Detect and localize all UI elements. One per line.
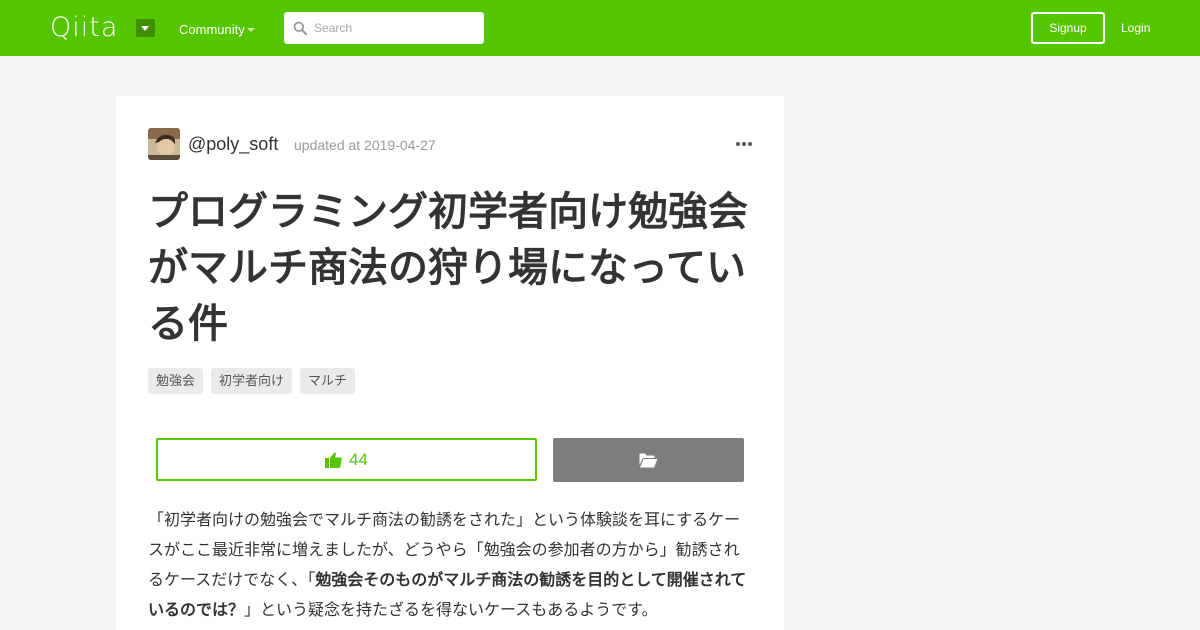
tag-item[interactable]: マルチ [300, 368, 356, 394]
chevron-down-icon [247, 28, 255, 32]
signup-button[interactable]: Signup [1031, 12, 1105, 44]
article-body-paragraph: 「初学者向けの勉強会でマルチ商法の勧誘をされた」という体験談を耳にするケースがこ… [148, 506, 748, 626]
global-header: Qiita Community Signup Login [0, 0, 1200, 56]
tag-list: 勉強会 初学者向け マルチ [148, 368, 356, 394]
updated-date: updated at 2019-04-27 [294, 137, 436, 153]
qiita-logo[interactable]: Qiita [50, 14, 118, 42]
body-text-part2: 」という疑念を持たざるを得ないケースもあるようです。 [244, 602, 658, 619]
thumbs-up-icon [325, 452, 342, 468]
more-options-icon[interactable] [732, 136, 756, 152]
stock-button[interactable] [553, 438, 744, 482]
logo-dropdown-button[interactable] [136, 19, 155, 37]
like-button[interactable]: 44 [156, 438, 537, 481]
tag-item[interactable]: 勉強会 [148, 368, 204, 394]
avatar[interactable] [148, 128, 180, 160]
tag-item[interactable]: 初学者向け [211, 368, 293, 394]
community-menu[interactable]: Community [179, 22, 245, 37]
search-box [284, 12, 484, 44]
article-card: @poly_soft updated at 2019-04-27 プログラミング… [116, 96, 784, 630]
login-link[interactable]: Login [1121, 21, 1150, 35]
search-input[interactable] [314, 12, 479, 44]
author-name[interactable]: @poly_soft [188, 134, 278, 155]
folder-open-icon [639, 453, 658, 467]
like-count: 44 [349, 449, 368, 469]
search-icon [293, 21, 307, 35]
article-title: プログラミング初学者向け勉強会がマルチ商法の狩り場になっている件 [148, 190, 748, 346]
